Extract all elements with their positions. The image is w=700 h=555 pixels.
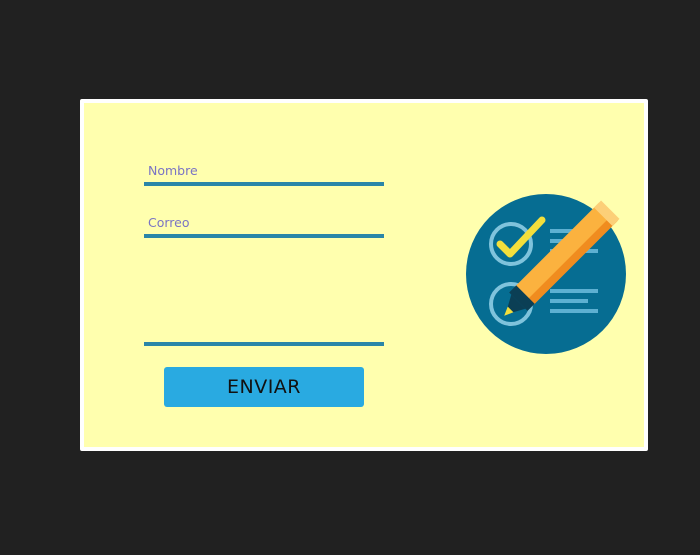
message-field[interactable] bbox=[144, 253, 384, 346]
checklist-pencil-icon bbox=[464, 192, 628, 356]
send-button[interactable]: ENVIAR bbox=[164, 367, 364, 407]
email-placeholder: Correo bbox=[148, 215, 190, 230]
contact-form-card: Nombre Correo ENVIAR bbox=[80, 99, 648, 451]
name-field[interactable]: Nombre bbox=[144, 153, 384, 186]
name-placeholder: Nombre bbox=[148, 163, 198, 178]
email-field[interactable]: Correo bbox=[144, 205, 384, 238]
